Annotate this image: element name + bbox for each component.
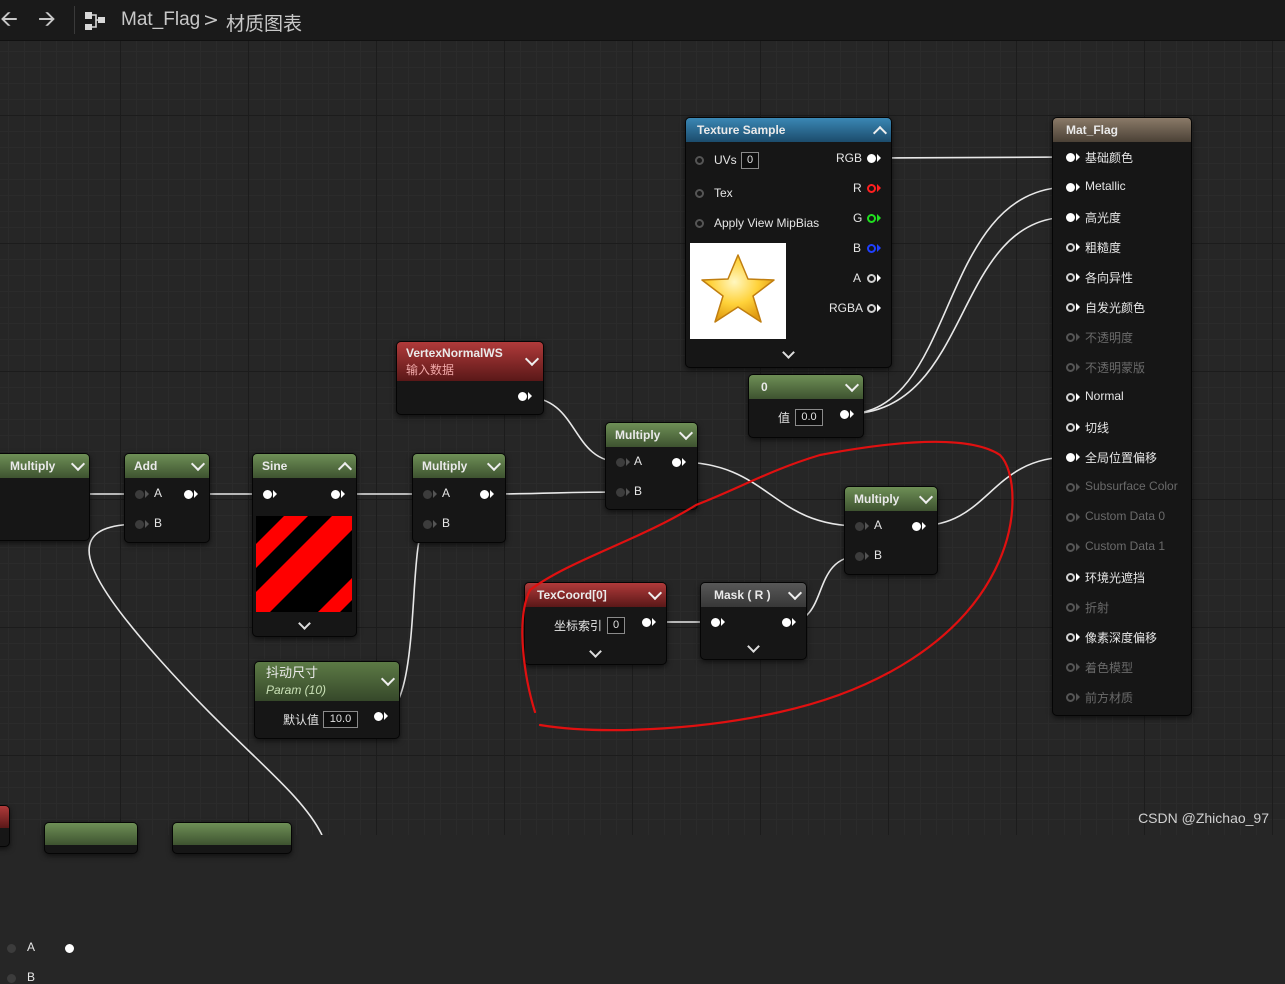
pin-b-input[interactable] (7, 974, 16, 983)
node-header (0, 806, 9, 828)
pin-output[interactable] (65, 944, 74, 953)
pin-label: A (27, 940, 36, 954)
pin-label: B (27, 970, 36, 984)
node-partial-bottom[interactable] (44, 822, 138, 854)
node-header (45, 823, 137, 845)
node-partial-bottom[interactable] (172, 822, 292, 854)
watermark: CSDN @Zhichao_97 (1138, 810, 1269, 826)
node-partial-bottom-left[interactable] (0, 805, 10, 847)
pin-a-input[interactable] (7, 944, 16, 953)
red-annotation-circle (521, 440, 1014, 732)
node-header (173, 823, 291, 845)
